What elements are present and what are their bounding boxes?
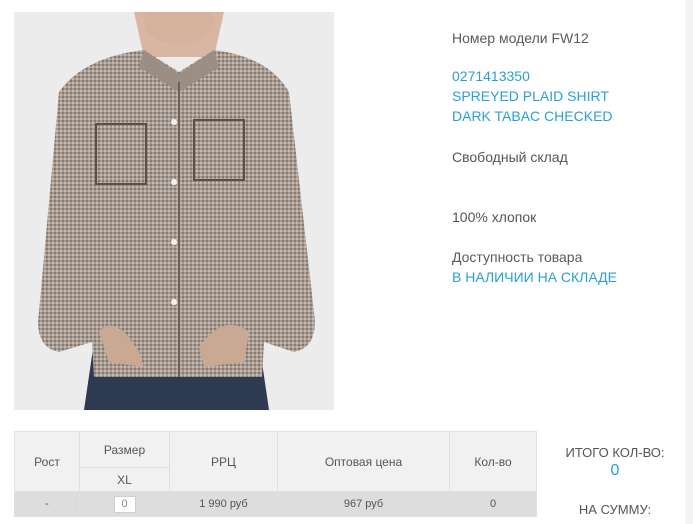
stock-type: Свободный склад [452,149,568,165]
model-number: Номер модели FW12 [452,28,589,48]
scrollbar[interactable] [685,0,693,524]
availability-label: Доступность товара [452,249,583,265]
availability-block: Доступность товара В НАЛИЧИИ НА СКЛАДЕ [452,247,617,287]
total-qty-value: 0 [610,462,620,479]
header-rrp: РРЦ [169,431,278,492]
total-qty-label: ИТОГО КОЛ-ВО: [565,445,665,460]
product-image[interactable] [14,12,334,410]
total-sum-label: НА СУММУ: [578,502,652,517]
model-number-text: Номер модели FW12 [452,30,589,46]
size-quantity-input[interactable]: 0 [113,495,136,513]
cell-size-input: 0 [79,491,170,517]
header-qty: Кол-во [449,431,537,492]
cell-qty: 0 [449,491,537,517]
cell-wholesale-price: 967 руб [277,491,450,517]
order-table: Рост Размер РРЦ Оптовая цена Кол-во XL -… [14,431,537,517]
header-size: Размер [79,431,170,468]
header-size-xl: XL [79,467,170,492]
header-wholesale-price: Оптовая цена [277,431,450,492]
availability-value: В НАЛИЧИИ НА СКЛАДЕ [452,269,617,285]
header-height: Рост [14,431,80,492]
product-name[interactable]: SPREYED PLAID SHIRT [452,86,613,106]
product-code[interactable]: 0271413350 [452,66,613,86]
material: 100% хлопок [452,209,537,225]
product-codes: 0271413350 SPREYED PLAID SHIRT DARK TABA… [452,66,613,126]
product-color[interactable]: DARK TABAC CHECKED [452,106,613,126]
table-row: - 0 1 990 руб 967 руб 0 [14,491,537,517]
cell-rrp: 1 990 руб [169,491,278,517]
cell-height: - [14,491,80,517]
shirt-illustration [14,12,334,410]
